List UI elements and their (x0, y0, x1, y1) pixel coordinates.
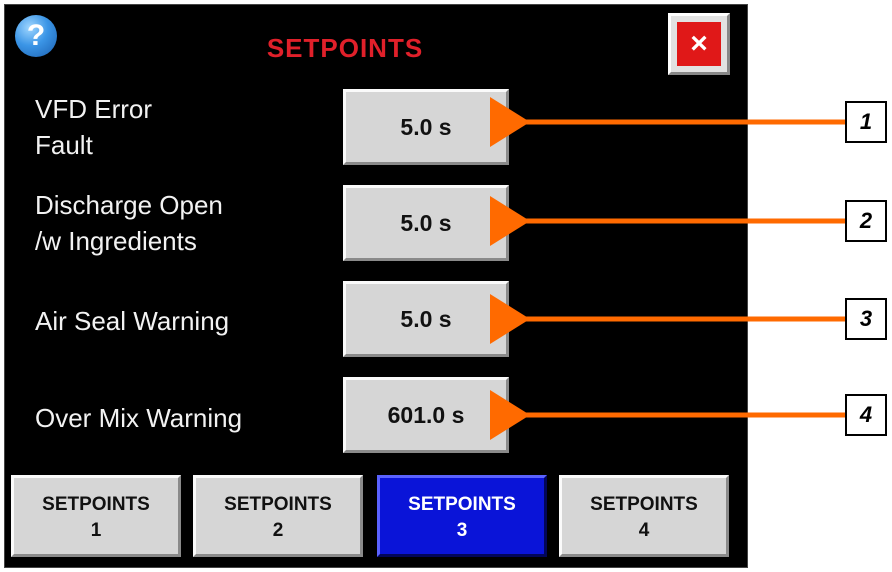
callout-label-2: 2 (845, 200, 887, 242)
callout-label-4: 4 (845, 394, 887, 436)
callout-label-3: 3 (845, 298, 887, 340)
callout-label-1: 1 (845, 101, 887, 143)
annotation-arrows (490, 97, 845, 440)
